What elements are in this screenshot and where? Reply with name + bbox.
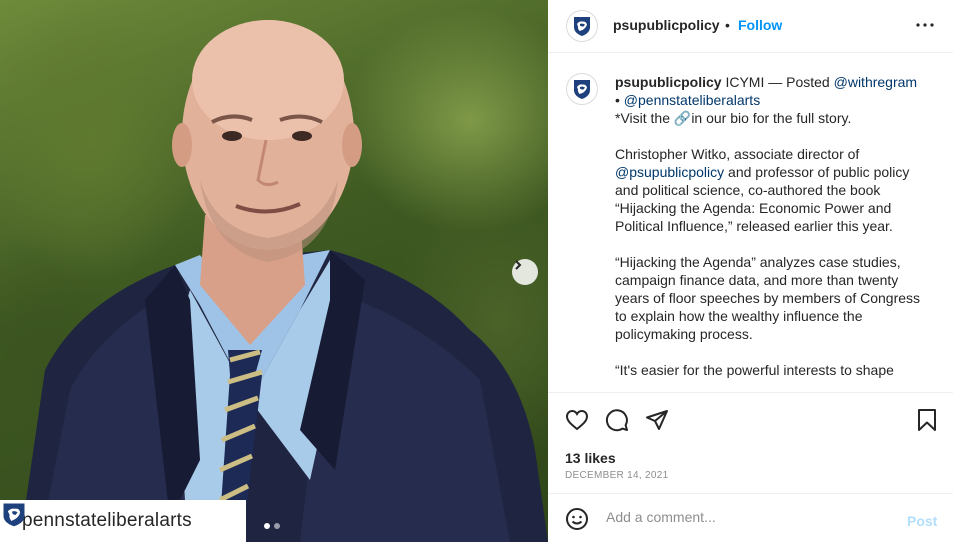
share-icon: [646, 410, 668, 430]
caption-author[interactable]: psupublicpolicy: [615, 74, 722, 90]
bookmark-icon: [918, 409, 936, 431]
next-slide-button[interactable]: [512, 259, 538, 285]
comment-button[interactable]: [604, 407, 630, 433]
comment-bar: Post: [548, 493, 953, 543]
post-caption: psupublicpolicy ICYMI — Posted @withregr…: [548, 53, 953, 391]
penn-state-logo-icon: [3, 503, 25, 527]
post-actions: 13 likes DECEMBER 14, 2021: [548, 392, 953, 493]
caption-line1: ICYMI — Posted: [721, 74, 834, 90]
media-credit[interactable]: pennstateliberalarts: [0, 500, 246, 542]
post-date[interactable]: DECEMBER 14, 2021: [565, 470, 668, 481]
comment-input[interactable]: [604, 508, 888, 526]
caption-para3: “It's easier for the powerful interests …: [615, 362, 894, 378]
like-button[interactable]: [564, 407, 590, 433]
post-photo[interactable]: pennstateliberalarts: [0, 0, 548, 542]
post-comment-button[interactable]: Post: [907, 513, 937, 529]
chevron-right-icon: [515, 260, 522, 270]
portrait-image: [20, 20, 548, 542]
caption-author-avatar[interactable]: [566, 73, 598, 110]
caption-visit-text: *Visit the 🔗in our bio for the full stor…: [615, 110, 852, 126]
comment-icon: [605, 409, 628, 432]
mention-psupublicpolicy[interactable]: @psupublicpolicy: [615, 164, 724, 180]
mention-pennstateliberalarts[interactable]: @pennstateliberalarts: [624, 92, 760, 108]
follow-button[interactable]: Follow: [738, 17, 782, 33]
caption-para2: “Hijacking the Agenda” analyzes case stu…: [615, 254, 921, 342]
mention-withregram[interactable]: @withregram: [834, 74, 917, 90]
author-avatar[interactable]: [566, 10, 598, 47]
penn-state-logo-icon: [566, 73, 598, 105]
more-options-button[interactable]: [914, 14, 936, 36]
caption-text: psupublicpolicy ICYMI — Posted @withregr…: [615, 73, 930, 391]
credit-account-name[interactable]: pennstateliberalarts: [22, 510, 192, 532]
save-button[interactable]: [914, 407, 940, 433]
more-options-icon: [916, 23, 934, 27]
carousel-dot-active: [264, 523, 270, 529]
author-username[interactable]: psupublicpolicy: [613, 17, 720, 33]
post-header: psupublicpolicy • Follow: [548, 0, 953, 53]
carousel-indicator: [264, 523, 280, 529]
likes-count[interactable]: 13 likes: [565, 450, 616, 466]
header-separator: •: [725, 17, 730, 33]
caption-para1-a: Christopher Witko, associate director of: [615, 146, 860, 162]
heart-icon: [565, 409, 589, 431]
penn-state-logo-icon: [566, 10, 598, 42]
emoji-icon: [566, 508, 588, 530]
caption-line2-prefix: •: [615, 92, 624, 108]
share-button[interactable]: [644, 407, 670, 433]
emoji-button[interactable]: [564, 506, 590, 532]
carousel-dot: [274, 523, 280, 529]
post-side-panel: psupublicpolicy • Follow psupublicpolicy…: [548, 0, 953, 542]
